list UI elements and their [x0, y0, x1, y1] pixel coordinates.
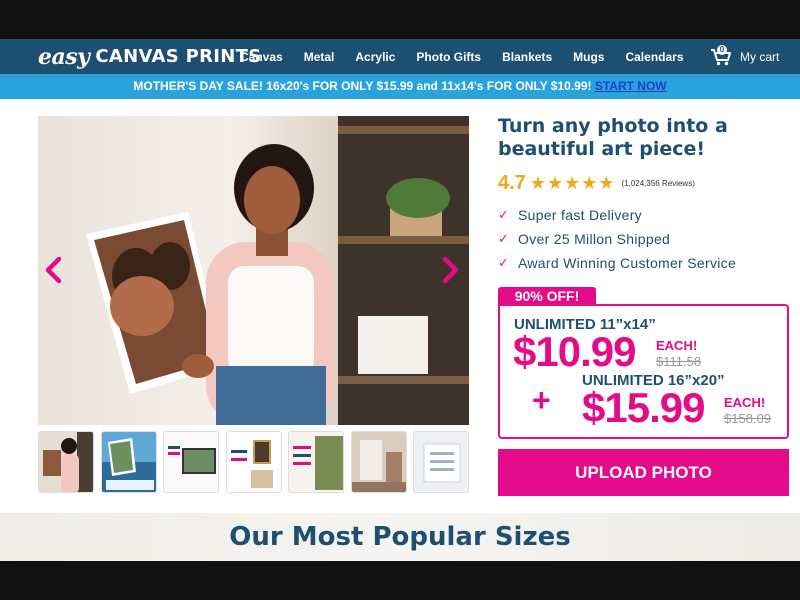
- plus-icon: +: [532, 382, 551, 418]
- popular-sizes-section: Our Most Popular Sizes: [0, 513, 800, 561]
- thumbnail-3[interactable]: [163, 431, 219, 493]
- logo-canvas-prints: CANVAS PRINTS: [95, 46, 262, 67]
- promo-text: MOTHER'S DAY SALE! 16x20's FOR ONLY $15.…: [133, 79, 592, 93]
- nav-menu: Canvas Metal Acrylic Photo Gifts Blanket…: [240, 39, 705, 74]
- star-rating-icon: ★★★★★: [529, 172, 616, 193]
- nav-item-photo-gifts[interactable]: Photo Gifts: [416, 50, 481, 64]
- check-icon: ✓: [498, 255, 509, 270]
- offer-old-price-11x14: $111.58: [656, 354, 702, 369]
- shopping-cart-icon: 0: [710, 44, 732, 66]
- nav-item-acrylic[interactable]: Acrylic: [355, 50, 395, 64]
- bottom-letterbox: [0, 561, 800, 600]
- main-navbar: easy CANVAS PRINTS Canvas Metal Acrylic …: [0, 39, 800, 74]
- nav-item-canvas[interactable]: Canvas: [240, 50, 283, 64]
- nav-item-mugs[interactable]: Mugs: [573, 50, 604, 64]
- check-icon: ✓: [498, 231, 509, 246]
- feature-item: ✓ Over 25 Millon Shipped: [498, 227, 790, 251]
- hero-image: [86, 116, 469, 425]
- site-logo[interactable]: easy CANVAS PRINTS: [38, 41, 261, 72]
- nav-item-blankets[interactable]: Blankets: [502, 50, 552, 64]
- carousel-prev-arrow[interactable]: [42, 256, 66, 284]
- pricing-offer-box: UNLIMITED 11”x14” $10.99 EACH! $111.58 +…: [498, 304, 789, 439]
- start-now-link[interactable]: START NOW: [595, 79, 667, 93]
- thumbnail-1[interactable]: [38, 431, 94, 493]
- feature-item: ✓ Award Winning Customer Service: [498, 251, 790, 275]
- feature-text: Award Winning Customer Service: [518, 255, 737, 271]
- cart-label: My cart: [740, 49, 780, 64]
- offer-price-11x14: $10.99: [513, 328, 636, 375]
- review-count: (1,024,356 Reviews): [621, 178, 695, 188]
- feature-item: ✓ Super fast Delivery: [498, 203, 790, 227]
- logo-easy: easy: [38, 43, 90, 70]
- thumbnail-strip: [38, 431, 469, 493]
- thumbnail-6[interactable]: [350, 431, 407, 493]
- offer-each-label: EACH!: [724, 395, 766, 410]
- cart-count-badge: 0: [717, 44, 727, 55]
- nav-item-metal[interactable]: Metal: [304, 50, 335, 64]
- rating-score: 4.7: [498, 171, 526, 194]
- offer-each-label: EACH!: [656, 338, 698, 353]
- section-title: Our Most Popular Sizes: [229, 522, 571, 552]
- offer-old-price-16x20: $158.09: [724, 411, 771, 426]
- feature-text: Over 25 Millon Shipped: [518, 231, 671, 247]
- upload-photo-button[interactable]: UPLOAD PHOTO: [498, 449, 789, 496]
- cart-button[interactable]: 0 My cart: [710, 39, 779, 74]
- nav-item-calendars[interactable]: Calendars: [625, 50, 683, 64]
- hero-carousel: [38, 116, 469, 425]
- thumbnail-7[interactable]: [413, 431, 469, 493]
- top-letterbox: [0, 0, 800, 39]
- thumbnail-2[interactable]: [100, 431, 157, 493]
- promo-banner: MOTHER'S DAY SALE! 16x20's FOR ONLY $15.…: [0, 74, 800, 99]
- hero-section: Turn any photo into a beautiful art piec…: [0, 99, 800, 513]
- feature-list: ✓ Super fast Delivery ✓ Over 25 Millon S…: [498, 203, 790, 275]
- rating-summary[interactable]: 4.7 ★★★★★ (1,024,356 Reviews): [498, 171, 695, 195]
- thumbnail-5[interactable]: [288, 431, 344, 493]
- carousel-next-arrow[interactable]: [438, 256, 462, 284]
- discount-tab: 90% OFF!: [498, 287, 596, 305]
- offer-price-16x20: $15.99: [582, 384, 705, 431]
- feature-text: Super fast Delivery: [518, 207, 642, 223]
- thumbnail-4[interactable]: [225, 431, 282, 493]
- page-headline: Turn any photo into a beautiful art piec…: [498, 115, 728, 160]
- check-icon: ✓: [498, 207, 509, 222]
